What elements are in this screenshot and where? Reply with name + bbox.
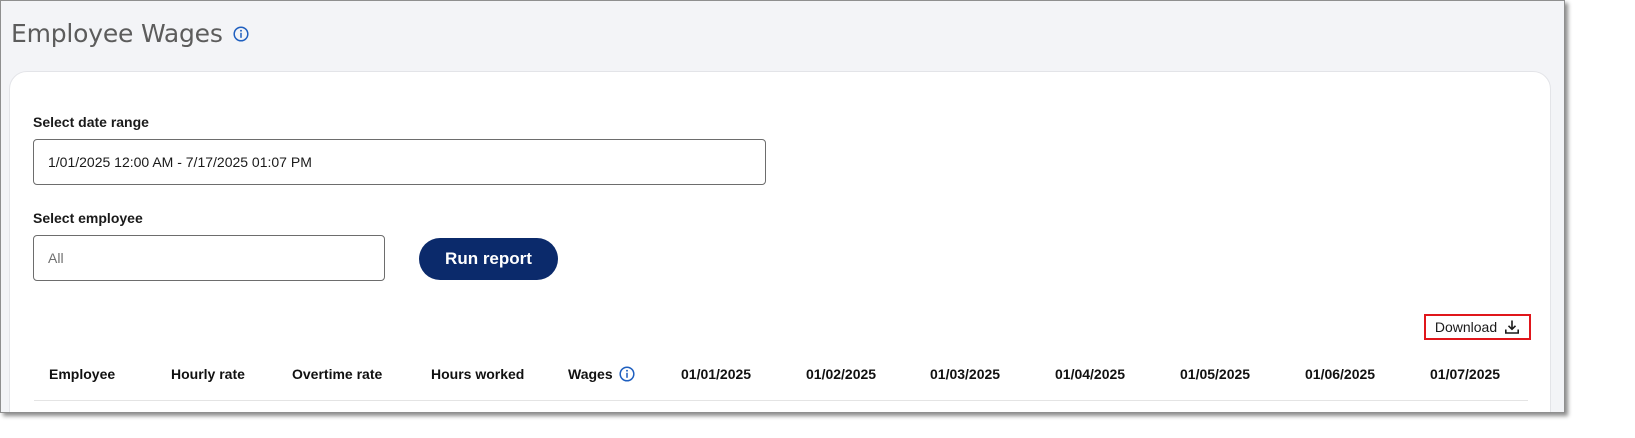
date-range-value: 1/01/2025 12:00 AM - 7/17/2025 01:07 PM <box>48 154 312 170</box>
column-header-date-1[interactable]: 01/01/2025 <box>681 366 751 382</box>
column-header-date-7[interactable]: 01/07/2025 <box>1430 366 1500 382</box>
page-title-wrap: Employee Wages <box>11 19 249 48</box>
column-header-overtime-rate[interactable]: Overtime rate <box>292 366 382 382</box>
date-range-label: Select date range <box>33 114 149 130</box>
column-header-date-2[interactable]: 01/02/2025 <box>806 366 876 382</box>
column-header-wages-wrap: Wages <box>568 366 635 382</box>
app-window: Employee Wages Select date range 1/01/20… <box>0 0 1565 413</box>
column-header-hours-worked[interactable]: Hours worked <box>431 366 524 382</box>
date-range-field[interactable]: 1/01/2025 12:00 AM - 7/17/2025 01:07 PM <box>33 139 766 185</box>
employee-label: Select employee <box>33 210 143 226</box>
download-label: Download <box>1434 319 1498 335</box>
download-icon <box>1504 319 1520 335</box>
run-report-button[interactable]: Run report <box>419 238 558 280</box>
employee-select-value: All <box>48 250 64 266</box>
page-title: Employee Wages <box>11 19 223 48</box>
column-header-date-4[interactable]: 01/04/2025 <box>1055 366 1125 382</box>
employee-select[interactable]: All <box>33 235 385 281</box>
column-header-hourly-rate[interactable]: Hourly rate <box>171 366 245 382</box>
column-header-employee[interactable]: Employee <box>49 366 115 382</box>
info-icon[interactable] <box>233 25 249 42</box>
column-header-date-6[interactable]: 01/06/2025 <box>1305 366 1375 382</box>
column-header-date-5[interactable]: 01/05/2025 <box>1180 366 1250 382</box>
report-card: Select date range 1/01/2025 12:00 AM - 7… <box>9 71 1551 412</box>
column-header-date-3[interactable]: 01/03/2025 <box>930 366 1000 382</box>
info-icon[interactable] <box>619 366 635 382</box>
column-header-wages[interactable]: Wages <box>568 366 613 382</box>
table-header-row: Employee Hourly rate Overtime rate Hours… <box>34 354 1528 401</box>
download-button[interactable]: Download <box>1424 314 1531 340</box>
